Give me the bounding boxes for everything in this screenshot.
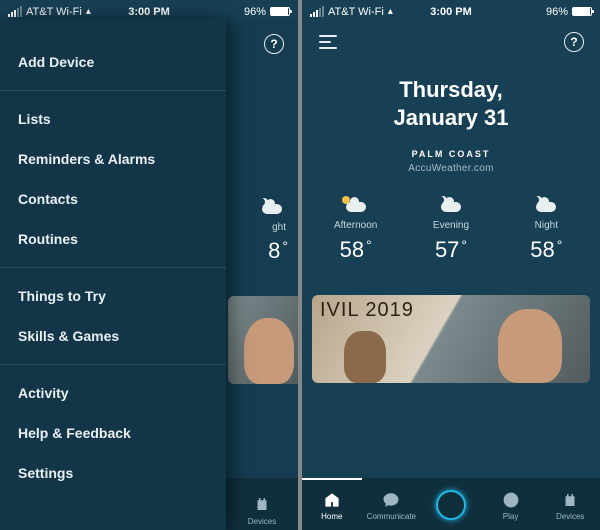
devices-icon: [253, 495, 271, 513]
weather-row: Afternoon 58° Evening 57° Night 58°: [302, 178, 600, 277]
wifi-icon: ▴: [388, 6, 393, 17]
nav-drawer: Add Device Lists Reminders & Alarms Cont…: [0, 20, 226, 530]
weather-afternoon[interactable]: Afternoon 58°: [308, 196, 402, 263]
devices-icon: [560, 490, 580, 510]
signal-icon: [310, 6, 324, 17]
carrier-label: AT&T Wi-Fi: [26, 6, 82, 18]
clock: 3:00 PM: [404, 6, 498, 18]
weather-temp: 57°: [404, 237, 498, 263]
content-card[interactable]: IVIL 2019: [312, 295, 590, 383]
divider: [0, 90, 226, 91]
weather-label: Night: [499, 220, 593, 231]
weather-label: Afternoon: [308, 220, 402, 231]
menu-icon[interactable]: [316, 30, 340, 54]
nav-devices[interactable]: Devices: [540, 478, 600, 530]
weather-source[interactable]: AccuWeather.com: [312, 163, 590, 174]
battery-icon: [270, 7, 290, 16]
drawer-backdrop[interactable]: [226, 20, 298, 530]
weather-label: Evening: [404, 220, 498, 231]
content-card-peek[interactable]: [228, 296, 298, 384]
nav-label: Devices: [556, 512, 584, 521]
nav-alexa[interactable]: [421, 478, 481, 530]
divider: [0, 267, 226, 268]
drawer-item-activity[interactable]: Activity: [0, 373, 226, 413]
drawer-item-settings[interactable]: Settings: [0, 453, 226, 493]
drawer-item-skills-games[interactable]: Skills & Games: [0, 316, 226, 356]
weather-temp: 58°: [499, 237, 593, 263]
help-icon[interactable]: ?: [262, 32, 286, 56]
partly-cloudy-night-icon: [437, 196, 465, 214]
signal-icon: [8, 6, 22, 17]
app-header: ?: [302, 20, 600, 64]
status-bar: AT&T Wi-Fi ▴ 3:00 PM 96%: [0, 0, 298, 20]
weather-label-peek: ght: [272, 222, 286, 233]
photo-person: [498, 309, 562, 383]
left-screen: AT&T Wi-Fi ▴ 3:00 PM 96% ? ght 8° Device…: [0, 0, 298, 530]
wifi-icon: ▴: [86, 6, 91, 17]
nav-label: Home: [321, 512, 342, 521]
nav-communicate[interactable]: Communicate: [362, 478, 422, 530]
photo-person: [344, 331, 386, 383]
clock: 3:00 PM: [102, 6, 196, 18]
card-headline: IVIL 2019: [320, 299, 414, 322]
right-screen: AT&T Wi-Fi ▴ 3:00 PM 96% ? Thursday,Janu…: [302, 0, 600, 530]
drawer-item-things-to-try[interactable]: Things to Try: [0, 276, 226, 316]
weather-temp-peek: 8°: [268, 238, 288, 264]
alexa-ring-icon: [435, 489, 467, 521]
play-icon: [501, 490, 521, 510]
partly-cloudy-night-icon: [532, 196, 560, 214]
status-bar: AT&T Wi-Fi ▴ 3:00 PM 96%: [302, 0, 600, 20]
battery-percent: 96%: [546, 6, 568, 18]
drawer-item-help[interactable]: Help & Feedback: [0, 413, 226, 453]
weather-night[interactable]: Night 58°: [499, 196, 593, 263]
drawer-item-lists[interactable]: Lists: [0, 99, 226, 139]
drawer-item-add-device[interactable]: Add Device: [0, 42, 226, 82]
nav-devices-peek[interactable]: Devices: [226, 478, 298, 530]
carrier-label: AT&T Wi-Fi: [328, 6, 384, 18]
help-icon[interactable]: ?: [562, 30, 586, 54]
weather-temp: 58°: [308, 237, 402, 263]
battery-icon: [572, 7, 592, 16]
drawer-item-reminders[interactable]: Reminders & Alarms: [0, 139, 226, 179]
nav-label: Communicate: [367, 512, 416, 521]
partly-cloudy-night-icon: [258, 198, 286, 216]
bottom-nav: Home Communicate Play Devices: [302, 478, 600, 530]
divider: [0, 364, 226, 365]
date-heading: Thursday,January 31 PALM COAST AccuWeath…: [302, 64, 600, 178]
nav-label: Play: [503, 512, 519, 521]
nav-home[interactable]: Home: [302, 478, 362, 530]
drawer-item-routines[interactable]: Routines: [0, 219, 226, 259]
weather-evening[interactable]: Evening 57°: [404, 196, 498, 263]
chat-icon: [381, 490, 401, 510]
home-icon: [322, 490, 342, 510]
battery-percent: 96%: [244, 6, 266, 18]
location-label: PALM COAST: [312, 149, 590, 159]
drawer-item-contacts[interactable]: Contacts: [0, 179, 226, 219]
partly-cloudy-day-icon: [342, 196, 370, 214]
nav-play[interactable]: Play: [481, 478, 541, 530]
